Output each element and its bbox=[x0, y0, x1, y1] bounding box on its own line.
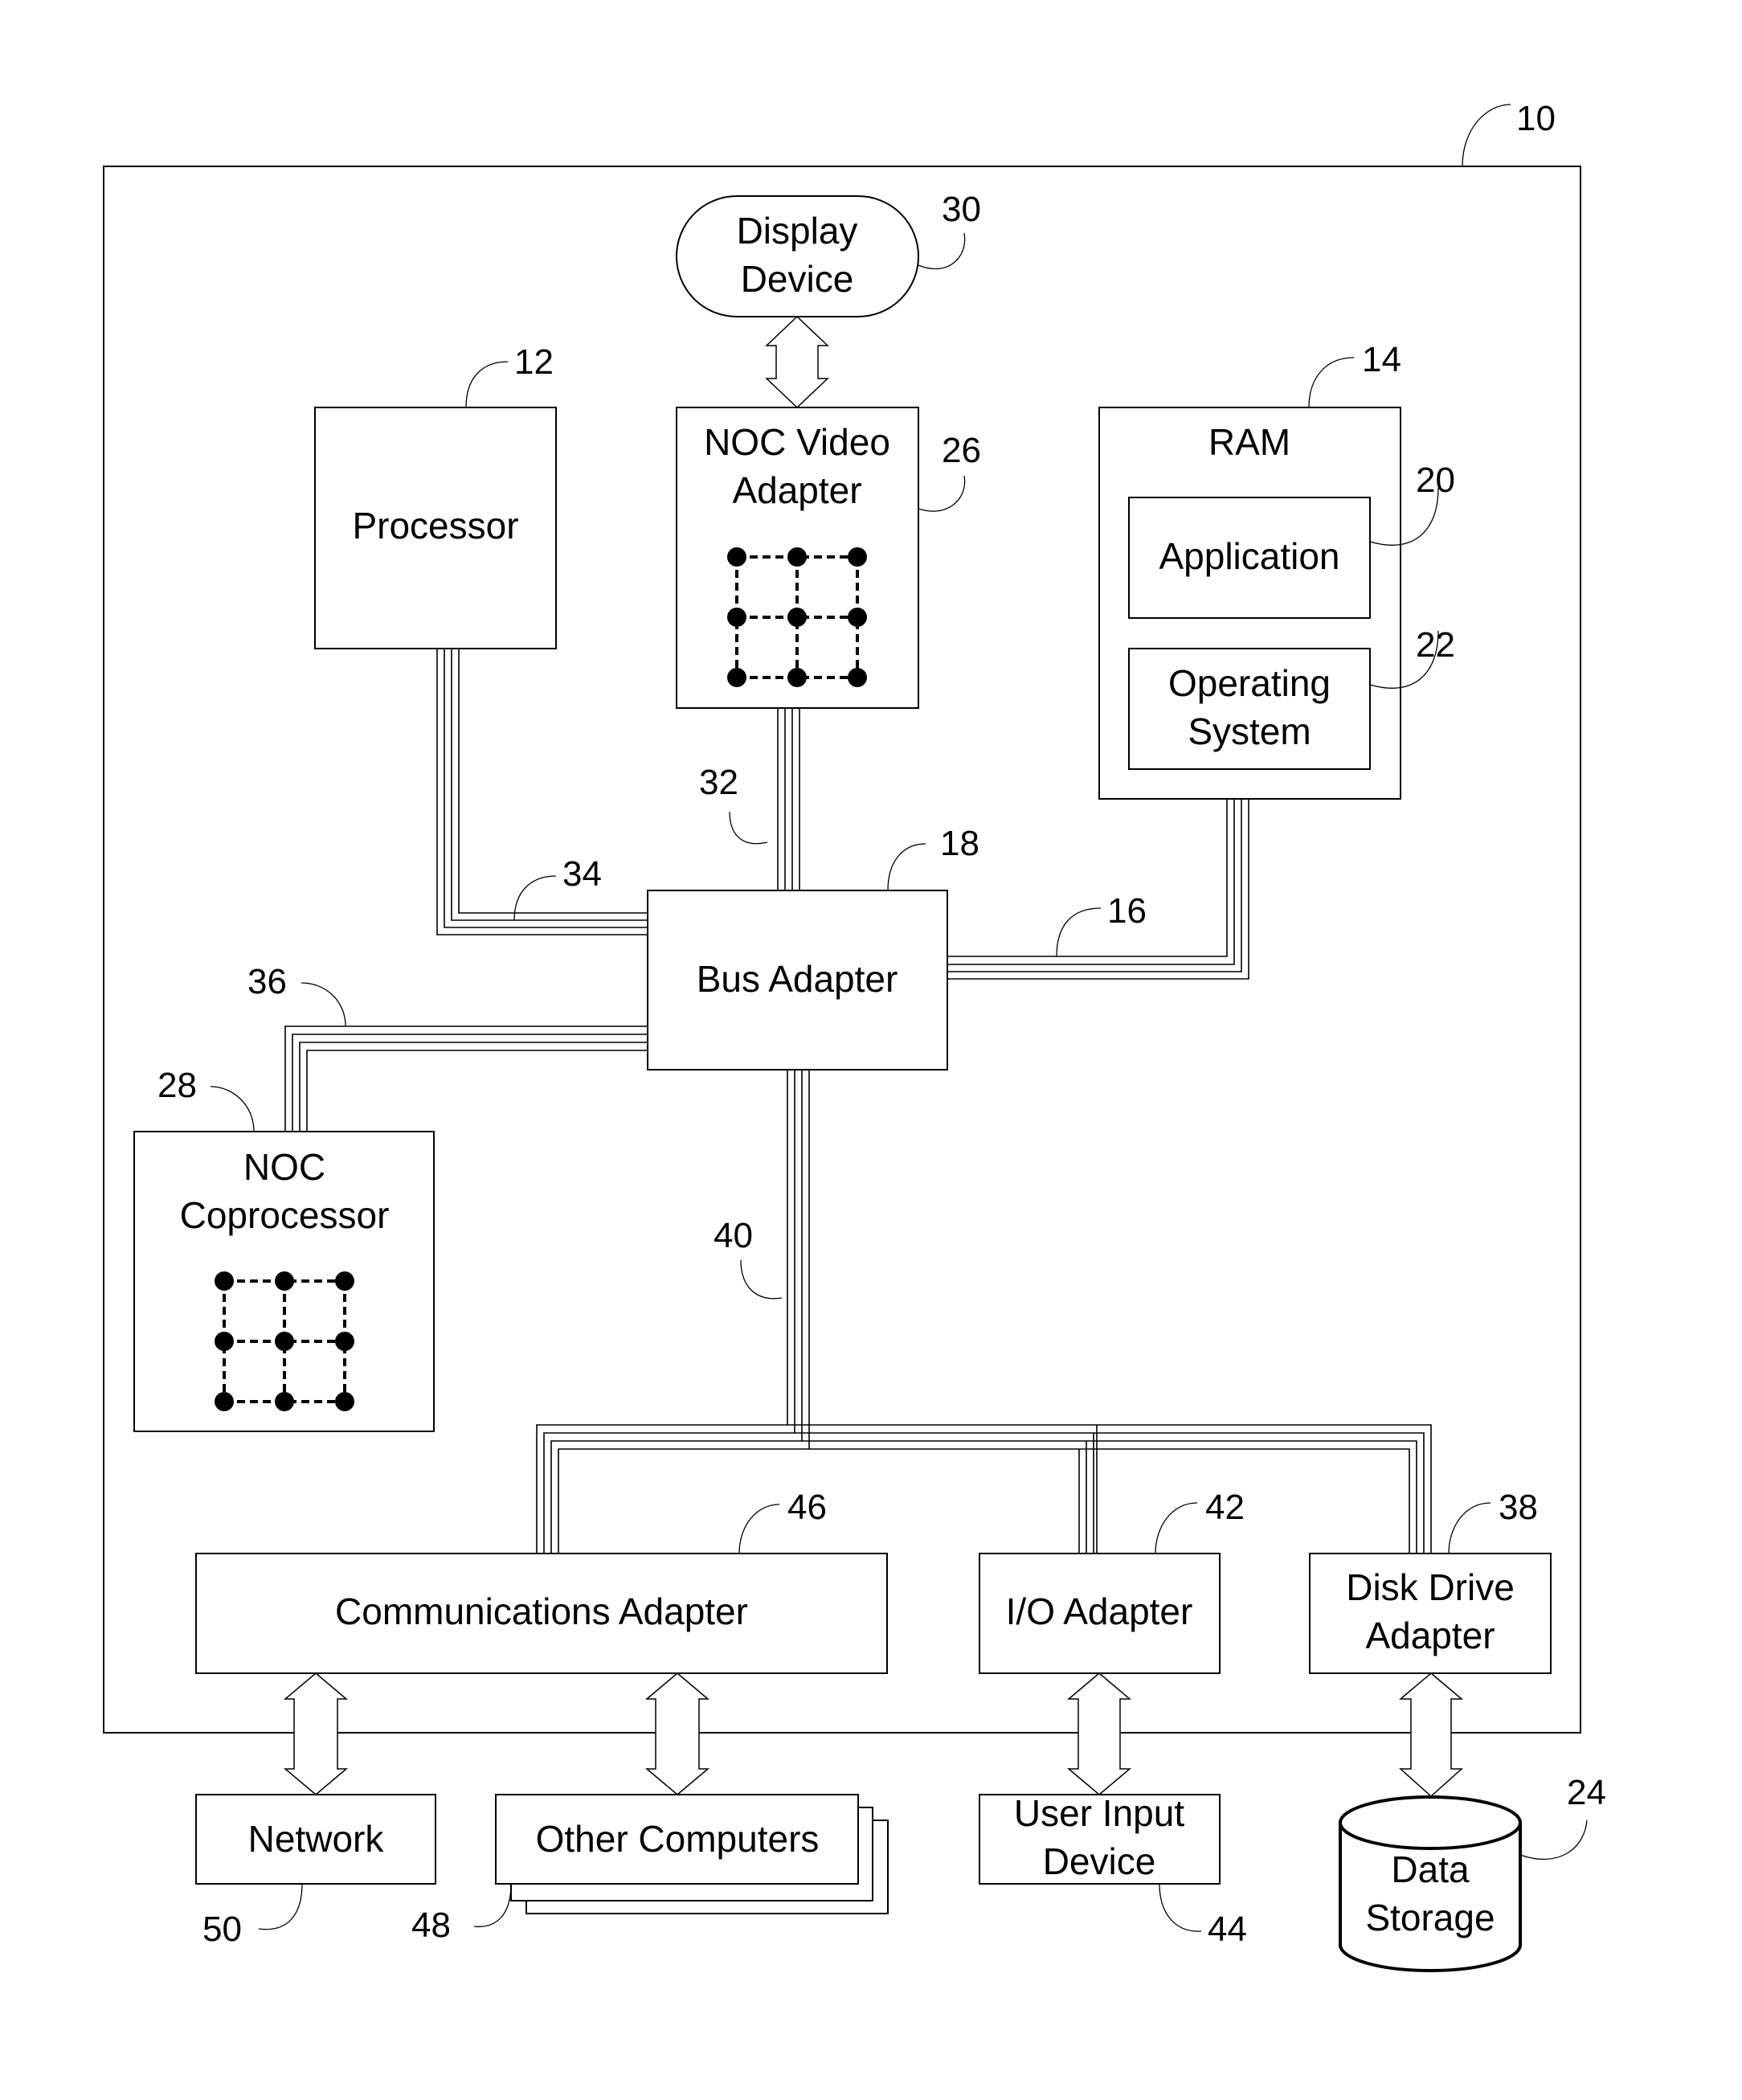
leader-line-12 bbox=[465, 361, 509, 408]
ref-label-22: 22 bbox=[1416, 625, 1455, 665]
leader-line-36 bbox=[301, 982, 346, 1027]
io-adapter-label: I/O Adapter bbox=[1006, 1590, 1193, 1632]
leader-line-26 bbox=[918, 475, 966, 512]
communications-adapter-label: Communications Adapter bbox=[335, 1590, 748, 1632]
disk-drive-adapter: Disk Drive Adapter bbox=[1309, 1553, 1552, 1674]
data-storage-label-line1: Data bbox=[1391, 1848, 1470, 1890]
ref-label-18: 18 bbox=[940, 824, 979, 863]
leader-line-30 bbox=[918, 232, 966, 270]
expansion-bus bbox=[536, 1070, 1432, 1554]
noc-coprocessor-label-line1: NOC bbox=[243, 1146, 325, 1188]
processor-label: Processor bbox=[352, 505, 518, 546]
leader-line-32 bbox=[729, 811, 768, 845]
ref-label-48: 48 bbox=[411, 1906, 451, 1945]
ref-label-14: 14 bbox=[1362, 340, 1401, 379]
ref-label-12: 12 bbox=[514, 342, 554, 382]
leader-line-50 bbox=[258, 1883, 303, 1930]
ref-label-44: 44 bbox=[1208, 1910, 1247, 1949]
ref-label-38: 38 bbox=[1499, 1488, 1538, 1527]
ref-label-30: 30 bbox=[942, 190, 981, 229]
leader-line-16 bbox=[1056, 907, 1102, 957]
ref-label-20: 20 bbox=[1416, 461, 1455, 500]
ref-label-34: 34 bbox=[562, 854, 602, 894]
ref-label-28: 28 bbox=[157, 1066, 197, 1105]
bidirectional-arrow-icon bbox=[765, 315, 829, 409]
application-label: Application bbox=[1159, 535, 1339, 577]
io-adapter: I/O Adapter bbox=[979, 1553, 1221, 1674]
memory-bus bbox=[947, 799, 1249, 980]
leader-line-10 bbox=[1462, 104, 1511, 167]
noc-coprocessor-label-line2: Coprocessor bbox=[180, 1194, 390, 1236]
user-input-device: User Input Device bbox=[979, 1792, 1221, 1885]
video-bus bbox=[777, 708, 800, 890]
display-device: Display Device bbox=[676, 195, 919, 317]
bus-adapter: Bus Adapter bbox=[647, 890, 948, 1070]
leader-line-28 bbox=[210, 1086, 255, 1132]
leader-line-48 bbox=[473, 1883, 512, 1927]
ref-label-46: 46 bbox=[787, 1488, 827, 1527]
leader-line-24 bbox=[1519, 1820, 1588, 1861]
leader-line-44 bbox=[1159, 1883, 1202, 1932]
leader-line-42 bbox=[1155, 1502, 1198, 1554]
operating-system-label-line2: System bbox=[1188, 710, 1311, 752]
network: Network bbox=[195, 1794, 436, 1885]
leader-line-38 bbox=[1448, 1502, 1491, 1554]
display-device-label-line2: Device bbox=[741, 258, 854, 300]
leader-line-46 bbox=[738, 1504, 780, 1554]
ref-label-40: 40 bbox=[714, 1216, 753, 1255]
ref-label-50: 50 bbox=[202, 1910, 242, 1949]
user-input-device-label-line2: Device bbox=[1043, 1840, 1156, 1882]
ref-label-10: 10 bbox=[1516, 99, 1556, 138]
leader-line-18 bbox=[887, 843, 926, 891]
bidirectional-arrow-icon bbox=[283, 1672, 349, 1795]
data-storage-label-line2: Storage bbox=[1365, 1897, 1495, 1938]
ref-label-26: 26 bbox=[942, 431, 981, 470]
system-block-diagram: 10 34 32 16 36 40 Display Device 30 Proc… bbox=[103, 99, 1606, 1972]
ref-label-42: 42 bbox=[1205, 1488, 1245, 1527]
application: Application bbox=[1128, 497, 1371, 619]
bidirectional-arrow-icon bbox=[644, 1672, 710, 1795]
coprocessor-bus bbox=[284, 1025, 648, 1132]
other-computers-label: Other Computers bbox=[536, 1818, 820, 1860]
bus-adapter-label: Bus Adapter bbox=[697, 958, 898, 1000]
display-device-label-line1: Display bbox=[737, 210, 858, 252]
ram: RAM Application Operating System bbox=[1098, 407, 1401, 800]
ram-label: RAM bbox=[1208, 421, 1290, 463]
bidirectional-arrow-icon bbox=[1398, 1672, 1464, 1798]
leader-line-40 bbox=[740, 1259, 783, 1300]
ref-label-36: 36 bbox=[247, 962, 287, 1001]
noc-video-adapter: NOC Video Adapter bbox=[676, 407, 919, 709]
noc-coprocessor: NOC Coprocessor bbox=[133, 1131, 435, 1432]
network-label: Network bbox=[248, 1818, 385, 1860]
leader-line-14 bbox=[1308, 357, 1355, 408]
other-computers: Other Computers bbox=[495, 1794, 889, 1914]
user-input-device-label-line1: User Input bbox=[1014, 1792, 1184, 1834]
processor: Processor bbox=[314, 407, 557, 649]
bidirectional-arrow-icon bbox=[1066, 1672, 1132, 1795]
front-side-bus bbox=[436, 649, 648, 935]
noc-video-adapter-label-line2: Adapter bbox=[732, 469, 861, 511]
communications-adapter: Communications Adapter bbox=[195, 1553, 888, 1674]
ref-label-16: 16 bbox=[1107, 891, 1147, 931]
operating-system-label-line1: Operating bbox=[1168, 662, 1331, 704]
disk-drive-adapter-label-line1: Disk Drive bbox=[1346, 1566, 1515, 1608]
ref-label-24: 24 bbox=[1567, 1773, 1606, 1812]
disk-drive-adapter-label-line2: Adapter bbox=[1365, 1615, 1495, 1656]
ref-label-32: 32 bbox=[699, 763, 738, 802]
operating-system: Operating System bbox=[1128, 648, 1371, 770]
data-storage: Data Storage bbox=[1339, 1795, 1522, 1972]
noc-video-adapter-label-line1: NOC Video bbox=[704, 421, 890, 463]
